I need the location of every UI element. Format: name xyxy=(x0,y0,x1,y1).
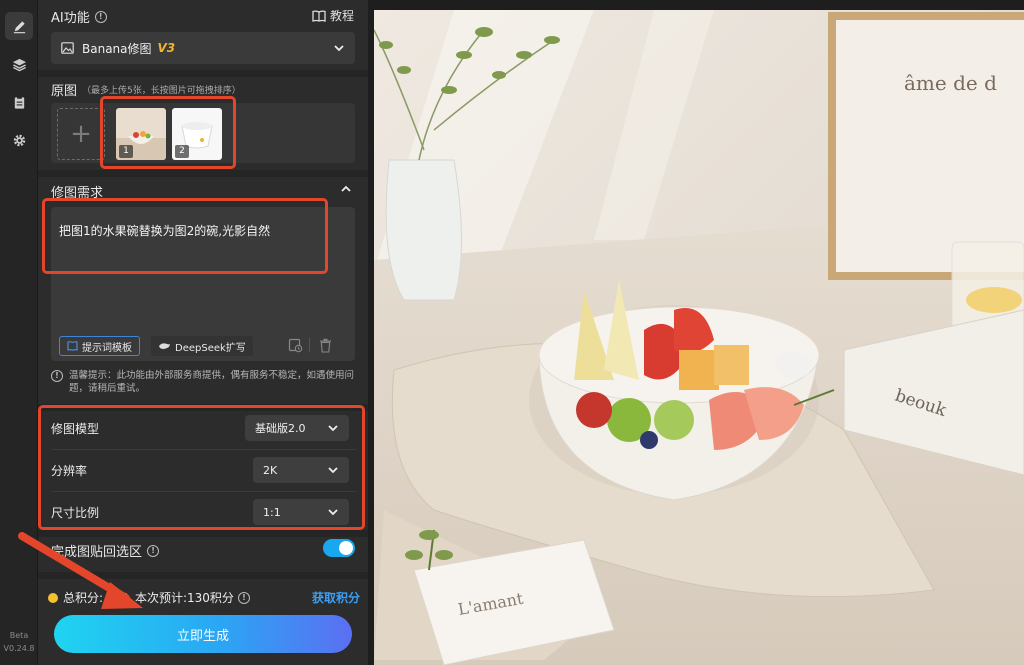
divider xyxy=(38,70,368,77)
book-icon xyxy=(67,341,78,351)
model-label: 修图模型 xyxy=(51,421,100,436)
chevron-down-icon xyxy=(328,425,338,432)
generate-button[interactable]: 立即生成 xyxy=(54,615,352,653)
version-badge: V3 xyxy=(157,41,176,55)
chevron-down-icon xyxy=(334,45,344,52)
divider xyxy=(38,170,368,177)
preview-photo: âme de d beouk L'amant xyxy=(374,10,1024,665)
prompt-text: 把图1的水果碗替换为图2的碗,光影自然 xyxy=(59,224,271,238)
thumbnail-index: 2 xyxy=(175,145,189,158)
app-window: Beta V0.24.8 AI功能 ! 教程 Banana修图 V3 原图 （最… xyxy=(0,0,1024,665)
ratio-select[interactable]: 1:1 xyxy=(253,499,349,525)
feature-name: Banana修图 xyxy=(82,41,152,56)
chevron-down-icon xyxy=(328,509,338,516)
row-separator xyxy=(51,449,357,450)
requirement-title: 修图需求 xyxy=(51,186,104,201)
notice: ! 温馨提示：此功能由外部服务商提供，偶有服务不稳定，如遇使用问题，请稍后重试。 xyxy=(51,369,359,395)
info-icon[interactable]: ! xyxy=(237,591,250,604)
resolution-select[interactable]: 2K xyxy=(253,457,349,483)
upload-area: + 1 2 xyxy=(51,103,355,163)
resolution-label: 分辨率 xyxy=(51,463,88,478)
add-image-button[interactable]: + xyxy=(57,108,105,160)
info-icon[interactable]: ! xyxy=(94,10,107,23)
get-points-link[interactable]: 获取积分 xyxy=(312,589,360,606)
ai-feature-header: AI功能 ! xyxy=(51,7,107,26)
gear-icon[interactable] xyxy=(5,126,33,154)
estimate-text: 本次预计:130积分 xyxy=(134,591,234,605)
chevron-up-icon[interactable] xyxy=(340,184,352,194)
prompt-template-button[interactable]: 提示词模板 xyxy=(59,336,140,356)
deepseek-expand-button[interactable]: DeepSeek扩写 xyxy=(151,336,253,356)
prompt-textarea[interactable]: 把图1的水果碗替换为图2的碗,光影自然 提示词模板 DeepSeek扩写 xyxy=(51,207,355,361)
thumbnail-1[interactable]: 1 xyxy=(116,108,166,160)
whale-icon xyxy=(159,343,170,349)
info-icon: ! xyxy=(51,370,63,382)
thumbnail-index: 1 xyxy=(119,145,133,158)
history-icon[interactable] xyxy=(288,338,303,353)
chevron-down-icon xyxy=(328,467,338,474)
feature-select[interactable]: Banana修图 V3 xyxy=(51,32,355,64)
toggle-knob xyxy=(339,541,353,555)
model-value: 基础版2.0 xyxy=(255,422,306,435)
paste-back-toggle[interactable] xyxy=(323,539,355,557)
edit-icon[interactable] xyxy=(5,12,33,40)
deepseek-label: DeepSeek扩写 xyxy=(175,342,246,354)
image-icon xyxy=(61,42,74,54)
chip-divider xyxy=(309,338,310,352)
tutorial-link[interactable]: 教程 xyxy=(312,7,354,24)
frame-text: âme de d xyxy=(904,71,997,95)
thumbnail-2[interactable]: 2 xyxy=(172,108,222,160)
prompt-template-label: 提示词模板 xyxy=(82,342,132,354)
original-title: 原图 xyxy=(51,84,78,99)
layers-icon[interactable] xyxy=(5,50,33,78)
original-header: 原图 （最多上传5张，长按图片可拖拽排序） xyxy=(51,80,241,99)
preview-canvas[interactable]: âme de d beouk L'amant xyxy=(374,10,1024,665)
ratio-value: 1:1 xyxy=(263,505,281,519)
ai-feature-title: AI功能 xyxy=(51,11,90,26)
info-icon[interactable]: ! xyxy=(147,544,160,557)
book-icon xyxy=(312,9,326,22)
row-separator xyxy=(51,491,357,492)
resolution-value: 2K xyxy=(263,463,278,477)
ratio-label: 尺寸比例 xyxy=(51,505,100,520)
arrow-annotation xyxy=(18,532,143,609)
notice-text: 温馨提示：此功能由外部服务商提供，偶有服务不稳定，如遇使用问题，请稍后重试。 xyxy=(69,370,355,394)
version-beta: Beta xyxy=(9,631,29,640)
original-hint: （最多上传5张，长按图片可拖拽排序） xyxy=(82,86,241,96)
trash-icon[interactable] xyxy=(319,338,332,353)
tutorial-label: 教程 xyxy=(329,9,354,23)
model-select[interactable]: 基础版2.0 xyxy=(245,415,349,441)
version-number: V0.24.8 xyxy=(3,644,35,653)
clipboard-icon[interactable] xyxy=(5,88,33,116)
